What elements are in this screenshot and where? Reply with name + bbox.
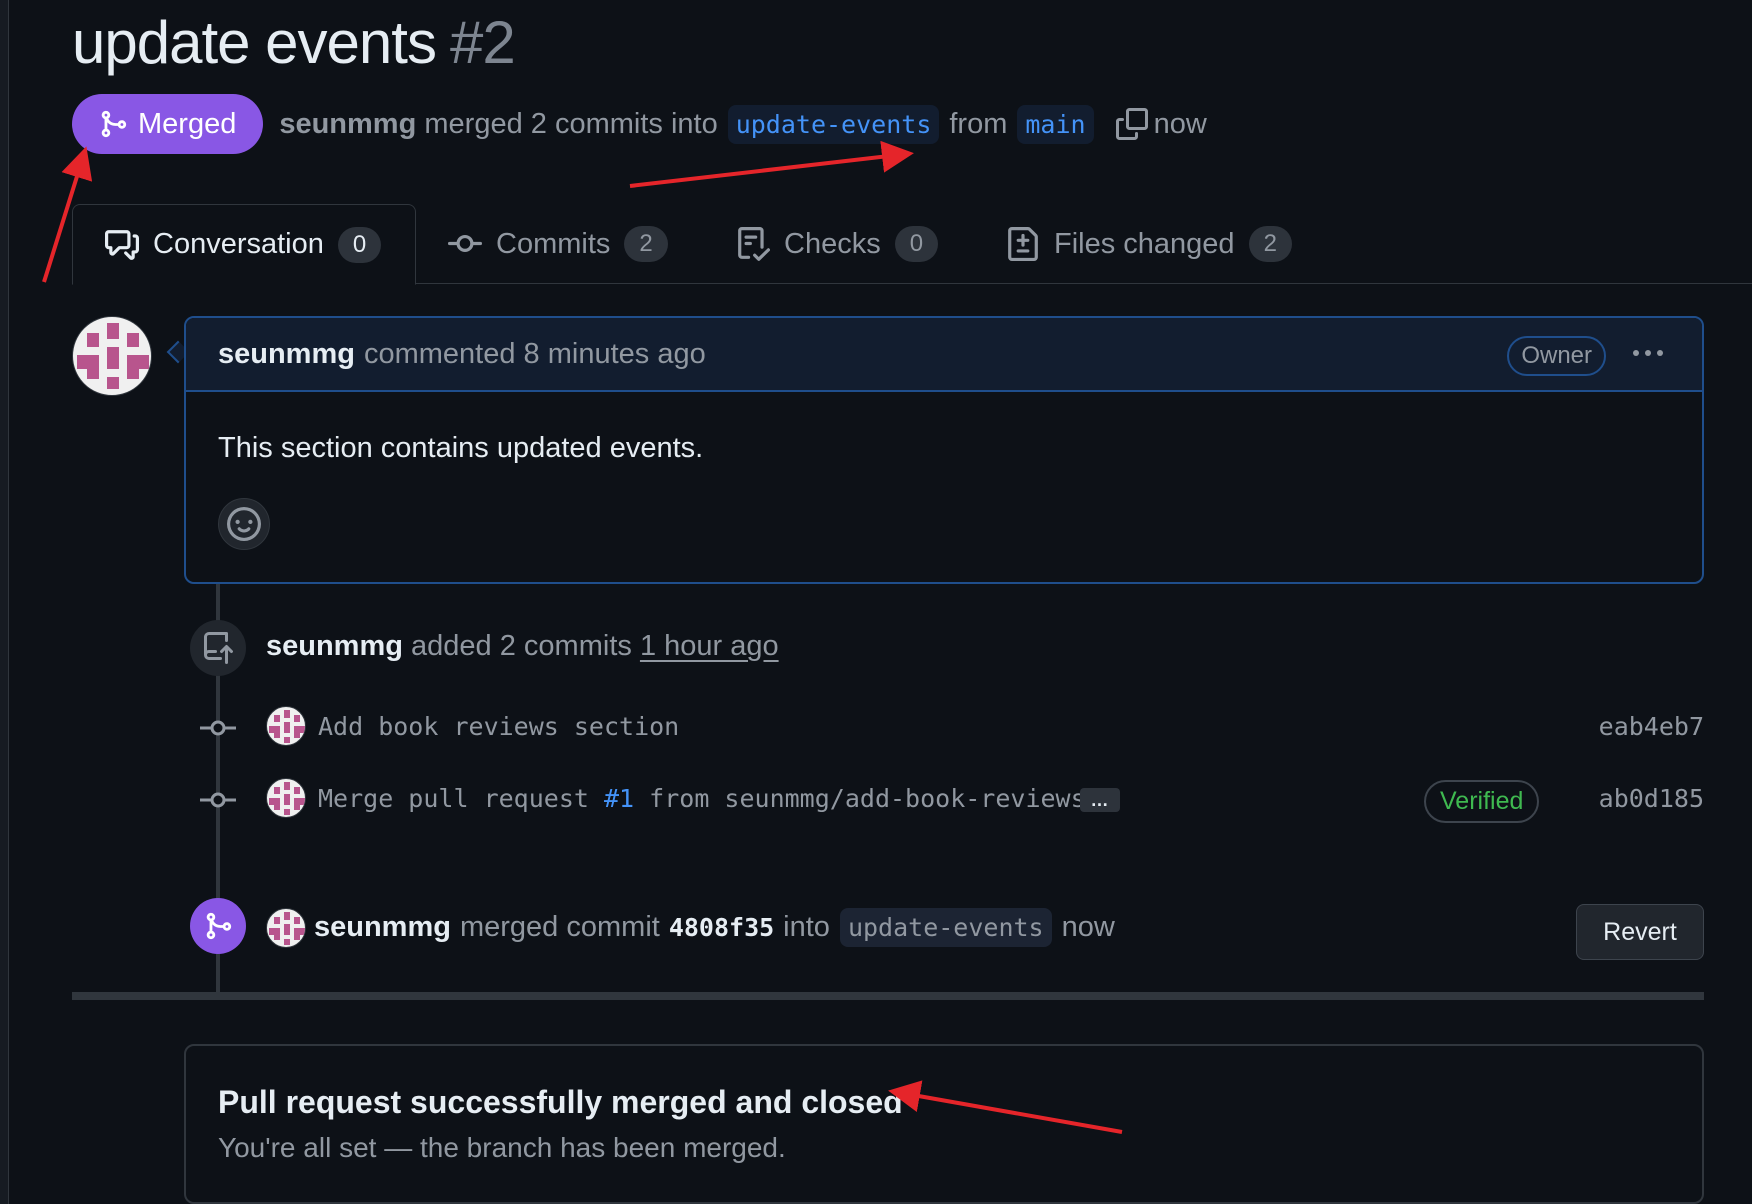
annotation-arrows [42, 140, 1123, 1134]
timeline-divider [72, 992, 1704, 1000]
pr-reference-link[interactable]: #1 [604, 784, 634, 813]
comment-body: This section contains updated events. [218, 432, 704, 464]
expand-commit-message-button[interactable]: … [1080, 788, 1120, 812]
comment-box: seunmmg commented 8 minutes ago Owner Th… [184, 316, 1704, 584]
avatar[interactable] [72, 316, 152, 396]
pr-number: #2 [449, 9, 516, 76]
tab-files-changed-count: 2 [1248, 226, 1292, 262]
merge-into-text: into [783, 911, 830, 943]
merge-commit-sha-link[interactable]: 4808f35 [669, 913, 774, 942]
merge-event-icon-wrapper [190, 898, 246, 954]
commit-message: Merge pull request #1 from seunmmg/add-b… [318, 784, 1086, 813]
pr-author-link[interactable]: seunmmg [279, 108, 416, 141]
tab-commits[interactable]: Commits 2 [416, 204, 700, 284]
page-title: update events #2 [72, 8, 516, 77]
file-diff-icon [1008, 227, 1038, 261]
commit-sha-link[interactable]: eab4eb7 [1599, 712, 1704, 741]
merge-author-link[interactable]: seunmmg [314, 911, 451, 944]
comment-header: seunmmg commented 8 minutes ago Owner [186, 318, 1702, 392]
annotation-arrow [629, 140, 914, 188]
comment-author-link[interactable]: seunmmg [218, 338, 355, 371]
merged-status-badge: Merged [72, 94, 264, 154]
merge-event-text: merged commit [459, 911, 660, 943]
tab-checks-count: 0 [894, 226, 939, 262]
git-merge-icon [206, 912, 232, 940]
merge-event: seunmmg merged commit 4808f35 into updat… [314, 908, 1115, 947]
tab-conversation[interactable]: Conversation 0 [72, 204, 416, 285]
comment-discussion-icon [105, 229, 139, 260]
commit-message-prefix[interactable]: Merge pull request [318, 784, 589, 813]
copy-icon[interactable] [1115, 108, 1148, 140]
tab-commits-count: 2 [624, 226, 668, 262]
checklist-icon [738, 227, 770, 261]
pr-title-text: update events [72, 9, 437, 76]
merge-branch-link[interactable]: update-events [839, 908, 1052, 947]
merge-status-subtitle: You're all set — the branch has been mer… [218, 1132, 786, 1163]
verified-badge[interactable]: Verified [1424, 780, 1540, 823]
merge-status-title: Pull request successfully merged and clo… [218, 1084, 903, 1120]
git-commit-icon [200, 792, 236, 808]
add-reaction-button[interactable] [218, 498, 270, 550]
avatar[interactable] [266, 706, 306, 746]
git-commit-icon [200, 720, 236, 736]
commit-message-suffix[interactable]: from seunmmg/add-book-reviews [649, 784, 1086, 813]
added-commits-event: seunmmg added 2 commits 1 hour ago [266, 630, 779, 663]
commit-message-link[interactable]: Add book reviews section [318, 712, 679, 741]
from-text: from [949, 107, 1008, 140]
pr-tabs: Conversation 0 Commits 2 Checks 0 Files … [72, 204, 1752, 285]
head-branch-link[interactable]: main [1017, 104, 1094, 144]
comment-timestamp[interactable]: commented 8 minutes ago [364, 338, 706, 371]
left-gutter [0, 0, 9, 1204]
owner-badge: Owner [1507, 336, 1606, 376]
tab-checks-label: Checks [784, 227, 881, 260]
tab-files-changed-label: Files changed [1054, 227, 1235, 260]
smiley-icon [227, 507, 261, 541]
tab-files-changed[interactable]: Files changed 2 [974, 204, 1324, 284]
git-merge-icon [101, 110, 127, 138]
merge-event-time: now [1061, 911, 1115, 943]
merge-summary: seunmmg merged 2 commits into update-eve… [279, 104, 1207, 144]
avatar[interactable] [266, 778, 306, 818]
merge-summary-text: merged 2 commits into [424, 107, 718, 140]
merge-time: now [1153, 107, 1207, 140]
merged-label: Merged [138, 107, 237, 140]
tab-commits-label: Commits [496, 227, 611, 260]
avatar[interactable] [266, 908, 306, 948]
commit-sha-link[interactable]: ab0d185 [1599, 784, 1704, 813]
tab-checks[interactable]: Checks 0 [704, 204, 970, 284]
git-commit-icon [448, 234, 482, 252]
tab-conversation-count: 0 [337, 226, 382, 263]
merge-status-box: Pull request successfully merged and clo… [184, 1044, 1704, 1204]
added-commits-text: added 2 commits [411, 630, 632, 662]
push-event-icon-wrapper [190, 620, 246, 676]
revert-button[interactable]: Revert [1576, 904, 1704, 960]
tab-conversation-label: Conversation [153, 228, 324, 260]
base-branch-link[interactable]: update-events [727, 104, 940, 144]
added-commits-author-link[interactable]: seunmmg [266, 630, 403, 662]
pr-status-row: Merged seunmmg merged 2 commits into upd… [72, 94, 1207, 154]
added-commits-time-link[interactable]: 1 hour ago [640, 630, 779, 662]
kebab-horizontal-icon[interactable] [1630, 338, 1666, 368]
repo-push-icon [204, 632, 233, 664]
